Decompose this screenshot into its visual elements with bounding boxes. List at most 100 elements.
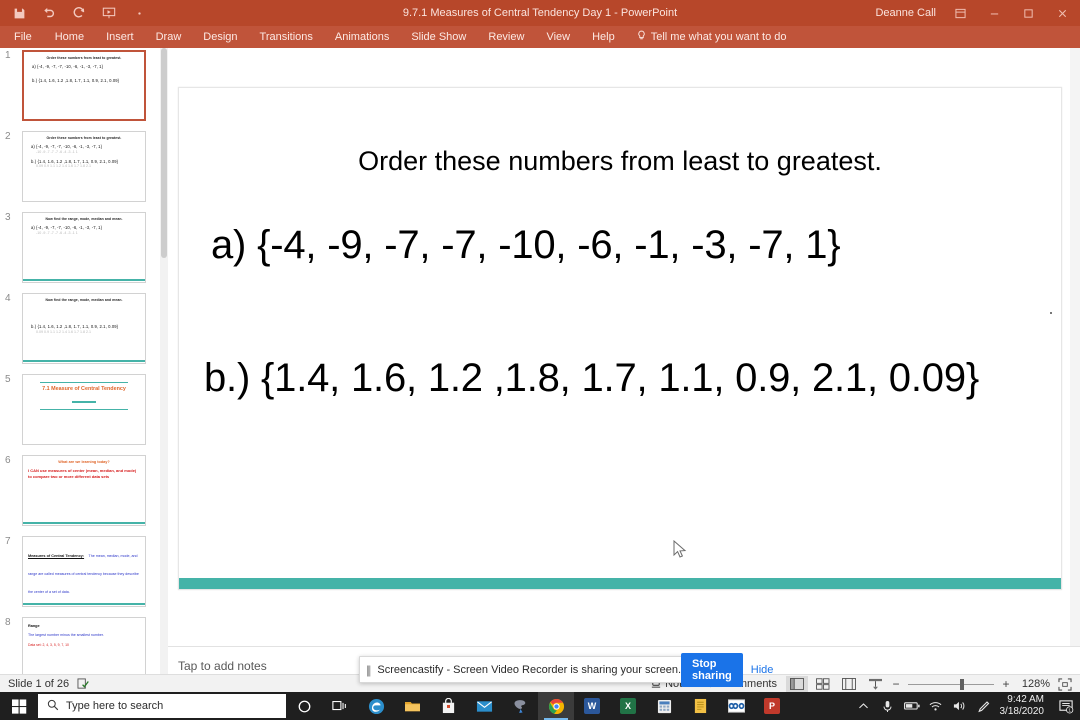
tab-file[interactable]: File [0, 26, 44, 48]
reading-view-button[interactable] [838, 676, 860, 693]
thumbnail-number: 6 [5, 455, 11, 466]
file-explorer-icon[interactable] [394, 692, 430, 720]
notification-center-icon[interactable]: 1 [1052, 692, 1080, 720]
thumb-accent-bar [23, 279, 145, 281]
powerpoint-icon[interactable]: P [754, 692, 790, 720]
slide-show-view-button[interactable] [864, 676, 886, 693]
zoom-out-button[interactable]: − [890, 677, 902, 691]
thumbnail-slide-3[interactable]: Now find the range, mode, median and mea… [22, 212, 146, 283]
drag-handle-icon[interactable]: ||| [366, 663, 372, 677]
redo-icon[interactable] [64, 1, 94, 25]
save-icon[interactable] [4, 1, 34, 25]
svg-text:1: 1 [1068, 707, 1071, 712]
account-name[interactable]: Deanne Call [875, 7, 936, 19]
slide-line-b[interactable]: b.) {1.4, 1.6, 1.2 ,1.8, 1.7, 1.1, 0.9, … [204, 356, 979, 401]
slide-line-a[interactable]: a) {-4, -9, -7, -7, -10, -6, -1, -3, -7,… [211, 223, 841, 268]
cortana-icon[interactable] [286, 692, 322, 720]
customize-quick-access-icon[interactable] [124, 1, 154, 25]
start-button-icon[interactable] [0, 692, 38, 720]
quick-access-toolbar [0, 1, 154, 25]
wifi-icon[interactable] [924, 692, 948, 720]
stop-sharing-button[interactable]: Stop sharing [681, 652, 743, 687]
excel-icon[interactable]: X [610, 692, 646, 720]
minimize-button[interactable] [978, 0, 1010, 26]
start-presentation-icon[interactable] [94, 1, 124, 25]
slide-title-text[interactable]: Order these numbers from least to greate… [179, 146, 1061, 177]
zoom-slider-handle[interactable] [960, 678, 964, 690]
thumb-line-a: a) {-4, -9, -7, -7, -10, -6, -1, -3, -7,… [31, 144, 103, 149]
thumb-line-b: b.) {1.4, 1.6, 1.2 ,1.8, 1.7, 1.1, 0.9, … [31, 158, 119, 164]
tab-transitions[interactable]: Transitions [249, 26, 324, 48]
taskbar-clock[interactable]: 9:42 AM 3/18/2020 [996, 694, 1053, 719]
mouse-cursor [673, 539, 687, 565]
battery-icon[interactable] [900, 692, 924, 720]
canvas-vertical-scrollbar[interactable] [1070, 48, 1080, 646]
taskbar-app-icons: W X P [286, 692, 790, 720]
current-slide[interactable]: Order these numbers from least to greate… [178, 87, 1062, 590]
slide-counter[interactable]: Slide 1 of 26 [8, 678, 69, 690]
thumbnail-slide-5[interactable]: 7.1 Measure of Central Tendency [22, 374, 146, 445]
zoom-level-label[interactable]: 128% [1016, 678, 1050, 690]
undo-icon[interactable] [34, 1, 64, 25]
taskbar-search-box[interactable]: Type here to search [38, 694, 286, 718]
infinite-campus-icon[interactable] [718, 692, 754, 720]
thumbnail-slide-6[interactable]: What are we learning today? I CAN use me… [22, 455, 146, 526]
thumb-heading: What are we learning today? [58, 460, 110, 464]
window-controls-group: Deanne Call [875, 0, 1080, 26]
close-button[interactable] [1046, 0, 1078, 26]
thumbnail-item[interactable]: 6 What are we learning today? I CAN use … [0, 453, 168, 534]
accessibility-checker-icon[interactable] [77, 677, 90, 690]
slide-thumbnail-pane[interactable]: 1 Order these numbers from least to grea… [0, 48, 168, 692]
tab-draw[interactable]: Draw [145, 26, 193, 48]
calculator-icon[interactable] [646, 692, 682, 720]
volume-icon[interactable] [948, 692, 972, 720]
thumbnail-item[interactable]: 5 7.1 Measure of Central Tendency [0, 372, 168, 453]
thumbnail-scrollbar-thumb[interactable] [161, 48, 167, 258]
thumbnail-slide-7[interactable]: Measures of Central Tendency: The mean, … [22, 536, 146, 607]
tell-me-search[interactable]: Tell me what you want to do [636, 30, 786, 44]
microsoft-store-icon[interactable] [430, 692, 466, 720]
pen-workspace-icon[interactable] [972, 692, 996, 720]
slide-accent-bar [179, 578, 1061, 589]
thumbnail-item[interactable]: 7 Measures of Central Tendency: The mean… [0, 534, 168, 615]
tab-home[interactable]: Home [44, 26, 95, 48]
thumbnail-slide-4[interactable]: Now find the range, mode, median and mea… [22, 293, 146, 364]
notes-placeholder[interactable]: Tap to add notes [178, 659, 267, 673]
thumbnail-number: 1 [5, 50, 11, 61]
thumbnail-slide-1[interactable]: Order these numbers from least to greate… [22, 50, 146, 121]
thumbnail-item[interactable]: 1 Order these numbers from least to grea… [0, 48, 168, 129]
tab-insert[interactable]: Insert [95, 26, 145, 48]
edge-icon[interactable] [358, 692, 394, 720]
tab-view[interactable]: View [535, 26, 581, 48]
thumbnail-scrollbar[interactable] [160, 48, 168, 692]
tab-review[interactable]: Review [477, 26, 535, 48]
hide-banner-button[interactable]: Hide [751, 664, 774, 676]
notes-app-icon[interactable] [682, 692, 718, 720]
thumbnail-item[interactable]: 2 Order these numbers from least to grea… [0, 129, 168, 210]
normal-view-button[interactable] [786, 675, 808, 693]
paint-icon[interactable] [502, 692, 538, 720]
thumbnail-item[interactable]: 3 Now find the range, mode, median and m… [0, 210, 168, 291]
slide-sorter-view-button[interactable] [812, 676, 834, 693]
zoom-slider[interactable] [908, 675, 994, 693]
thumb-ghost-a: -10 -9 -7 -7 -7 -6 -4 -3 -1 1 [36, 230, 78, 235]
mail-icon[interactable] [466, 692, 502, 720]
microphone-icon[interactable] [876, 692, 900, 720]
tab-animations[interactable]: Animations [324, 26, 400, 48]
maximize-restore-button[interactable] [1012, 0, 1044, 26]
tab-help[interactable]: Help [581, 26, 626, 48]
ribbon-display-options-icon[interactable] [944, 0, 976, 26]
chrome-icon[interactable] [538, 692, 574, 720]
fit-slide-to-window-button[interactable] [1054, 676, 1076, 693]
thumb-title: Order these numbers from least to greate… [46, 56, 122, 60]
tab-slide-show[interactable]: Slide Show [400, 26, 477, 48]
thumbnail-slide-2[interactable]: Order these numbers from least to greate… [22, 131, 146, 202]
task-view-icon[interactable] [322, 692, 358, 720]
zoom-in-button[interactable]: + [1000, 677, 1012, 691]
tab-design[interactable]: Design [192, 26, 248, 48]
word-icon[interactable]: W [574, 692, 610, 720]
thumbnail-item[interactable]: 4 Now find the range, mode, median and m… [0, 291, 168, 372]
thumb-rule-bottom [40, 408, 128, 410]
thumb-lead: Measures of Central Tendency: [28, 554, 85, 558]
show-hidden-icons-icon[interactable] [852, 692, 876, 720]
